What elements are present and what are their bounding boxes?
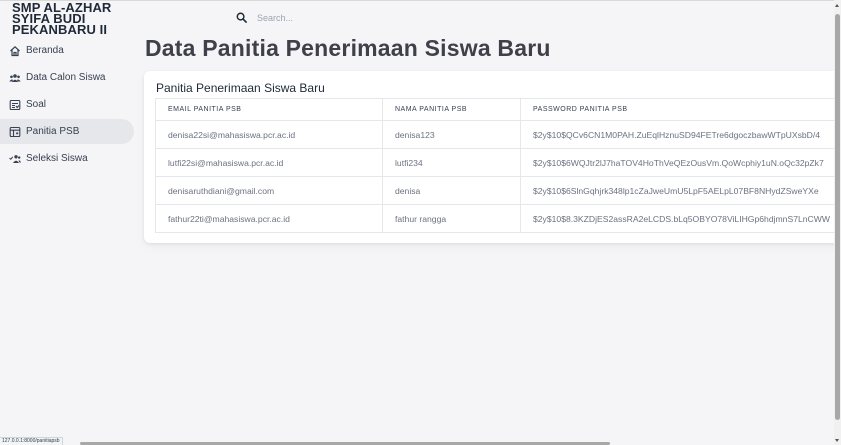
sidebar-nav: Beranda Data Calon Siswa Soal Panitia PS… bbox=[0, 38, 140, 173]
sidebar-item-data-calon-siswa[interactable]: Data Calon Siswa bbox=[0, 65, 140, 90]
home-icon bbox=[8, 45, 21, 57]
column-header-email: EMAIL PANITIA PSB bbox=[155, 98, 383, 121]
column-header-nama: NAMA PANITIA PSB bbox=[382, 98, 521, 121]
horizontal-scrollbar[interactable] bbox=[0, 441, 834, 445]
table-header-row: EMAIL PANITIA PSB NAMA PANITIA PSB PASSW… bbox=[155, 98, 841, 121]
user-group-select-icon bbox=[8, 153, 21, 165]
panitia-table-wrapper: EMAIL PANITIA PSB NAMA PANITIA PSB PASSW… bbox=[155, 98, 841, 233]
scroll-down-arrow-icon[interactable] bbox=[835, 439, 839, 442]
sidebar-item-beranda[interactable]: Beranda bbox=[0, 38, 140, 63]
committee-table-icon bbox=[8, 126, 21, 138]
nama-cell: fathur rangga bbox=[382, 204, 521, 233]
sidebar-item-panitia-psb[interactable]: Panitia PSB bbox=[0, 119, 134, 144]
sidebar-item-label: Beranda bbox=[26, 45, 64, 56]
sidebar-item-label: Panitia PSB bbox=[26, 126, 80, 137]
brand-title: SMP AL-AZHAR SYIFA BUDI PEKANBARU II bbox=[12, 1, 137, 37]
vertical-scrollbar-thumb[interactable] bbox=[835, 14, 840, 420]
card-title: Panitia Penerimaan Siswa Baru bbox=[156, 81, 325, 95]
sidebar-item-label: Soal bbox=[26, 99, 47, 110]
email-cell: fathur22ti@mahasiswa.pcr.ac.id bbox=[155, 204, 383, 233]
nama-cell: lutfi234 bbox=[382, 148, 521, 177]
nama-cell: denisa bbox=[382, 176, 521, 205]
email-cell: denisa22si@mahasiswa.pcr.ac.id bbox=[155, 120, 383, 149]
document-list-icon bbox=[8, 99, 21, 111]
search-input[interactable] bbox=[257, 12, 407, 23]
email-cell: denisaruthdiani@gmail.com bbox=[155, 176, 383, 205]
password-cell: $2y$10$6WQJtr2lJ7haTOV4HoThVeQEzOusVm.Qo… bbox=[520, 148, 841, 177]
status-bar-url: 127.0.0.1:8000/panitiapsb bbox=[0, 437, 63, 445]
password-cell: $2y$10$QCv6CN1M0PAH.ZuEqlHznuSD94FETre6d… bbox=[520, 120, 841, 149]
search-bar bbox=[236, 12, 407, 23]
sidebar-item-label: Data Calon Siswa bbox=[26, 72, 106, 83]
nama-cell: denisa123 bbox=[382, 120, 521, 149]
password-cell: $2y$10$8.3KZDjES2assRA2eLCDS.bLq5OBYO78V… bbox=[520, 204, 841, 233]
sidebar-item-seleksi-siswa[interactable]: Seleksi Siswa bbox=[0, 146, 140, 171]
search-icon bbox=[236, 12, 247, 23]
sidebar-item-soal[interactable]: Soal bbox=[0, 92, 140, 117]
table-row[interactable]: denisa22si@mahasiswa.pcr.ac.id denisa123… bbox=[155, 120, 841, 149]
panitia-card: Panitia Penerimaan Siswa Baru EMAIL PANI… bbox=[144, 71, 841, 243]
users-icon bbox=[8, 72, 21, 84]
sidebar-item-label: Seleksi Siswa bbox=[26, 153, 88, 164]
vertical-scrollbar[interactable] bbox=[834, 0, 841, 445]
column-header-password: PASSWORD PANITIA PSB bbox=[520, 98, 841, 121]
brand-line-3: PEKANBARU II bbox=[12, 22, 108, 37]
table-row[interactable]: denisaruthdiani@gmail.com denisa $2y$10$… bbox=[155, 176, 841, 205]
scroll-up-arrow-icon[interactable] bbox=[835, 4, 839, 7]
page-title: Data Panitia Penerimaan Siswa Baru bbox=[145, 35, 551, 61]
panitia-table: EMAIL PANITIA PSB NAMA PANITIA PSB PASSW… bbox=[155, 98, 841, 233]
sidebar: SMP AL-AZHAR SYIFA BUDI PEKANBARU II Ber… bbox=[0, 0, 140, 445]
email-cell: lutfi22si@mahasiswa.pcr.ac.id bbox=[155, 148, 383, 177]
table-row[interactable]: fathur22ti@mahasiswa.pcr.ac.id fathur ra… bbox=[155, 204, 841, 233]
password-cell: $2y$10$6SlnGqhjrk348lp1cZaJweUmU5LpF5AEL… bbox=[520, 176, 841, 205]
table-row[interactable]: lutfi22si@mahasiswa.pcr.ac.id lutfi234 $… bbox=[155, 148, 841, 177]
